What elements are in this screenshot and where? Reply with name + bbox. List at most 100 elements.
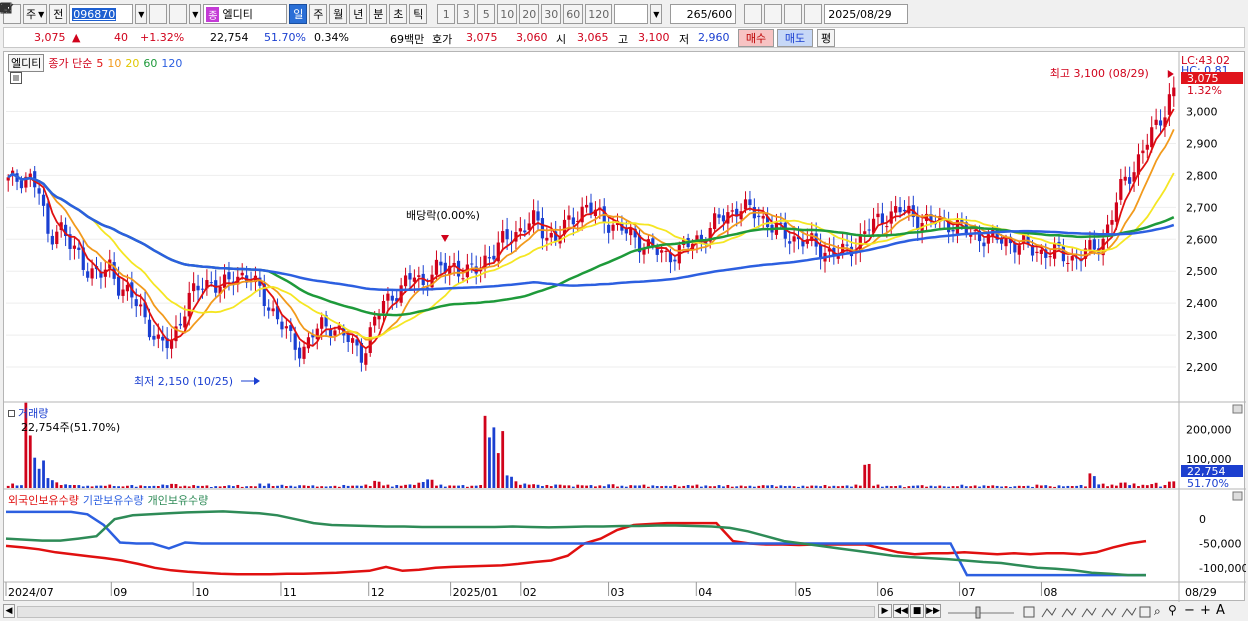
volume-bar[interactable] — [501, 431, 505, 488]
volume-bar[interactable] — [1106, 486, 1109, 488]
volume-bar[interactable] — [1079, 484, 1083, 488]
candle-body[interactable] — [72, 245, 77, 249]
volume-bar[interactable] — [95, 485, 98, 488]
calculator-icon[interactable] — [10, 72, 22, 84]
volume-bar[interactable] — [863, 464, 867, 488]
volume-bar[interactable] — [518, 484, 522, 488]
volume-bar[interactable] — [532, 484, 536, 488]
volume-bar[interactable] — [37, 468, 41, 488]
candle-body[interactable] — [584, 204, 589, 208]
volume-bar[interactable] — [360, 485, 363, 488]
volume-bar[interactable] — [187, 486, 191, 488]
ma10-legend[interactable]: 10 — [107, 57, 121, 70]
candle-type-icon[interactable] — [1, 3, 763, 24]
volume-bar[interactable] — [382, 485, 385, 488]
zoom-in-button[interactable]: + — [1200, 603, 1211, 618]
candle-body[interactable] — [178, 323, 182, 326]
volume-bar[interactable] — [267, 483, 271, 488]
volume-bar[interactable] — [748, 485, 752, 488]
volume-bar[interactable] — [1075, 485, 1079, 488]
volume-bar[interactable] — [390, 486, 394, 488]
volume-bar[interactable] — [580, 485, 584, 488]
candle-body[interactable] — [655, 248, 659, 255]
volume-bar[interactable] — [218, 486, 222, 488]
volume-bar[interactable] — [298, 485, 302, 488]
calendar-icon[interactable] — [0, 2, 10, 12]
volume-bar[interactable] — [722, 486, 725, 488]
volume-bar[interactable] — [585, 485, 588, 488]
volume-bar[interactable] — [479, 485, 483, 488]
candle-body[interactable] — [147, 319, 152, 338]
interval-20[interactable]: 20 — [519, 4, 540, 24]
volume-bar[interactable] — [249, 486, 253, 488]
volume-bar[interactable] — [492, 427, 496, 488]
volume-bar[interactable] — [457, 485, 460, 488]
volume-bar[interactable] — [549, 486, 553, 488]
volume-bar[interactable] — [170, 483, 173, 488]
volume-bar[interactable] — [792, 486, 796, 488]
volume-bar[interactable] — [1053, 486, 1056, 488]
candle-body[interactable] — [280, 321, 284, 330]
volume-bar[interactable] — [1141, 484, 1145, 488]
candle-body[interactable] — [1119, 178, 1123, 200]
zoom-slider[interactable] — [946, 605, 1016, 619]
interval-120[interactable]: 120 — [585, 4, 613, 24]
volume-bar[interactable] — [64, 484, 68, 488]
volume-bar[interactable] — [1070, 486, 1074, 488]
volume-bar[interactable] — [761, 485, 765, 488]
volume-bar[interactable] — [46, 478, 50, 488]
volume-bar[interactable] — [567, 485, 571, 488]
zoom-out-button[interactable]: − — [1184, 603, 1195, 618]
bar-count-field[interactable]: 265/600 — [670, 4, 737, 24]
volume-bar[interactable] — [196, 485, 200, 488]
volume-bar[interactable] — [1097, 484, 1101, 488]
volume-bar[interactable] — [854, 484, 858, 488]
volume-bar[interactable] — [470, 485, 474, 488]
candle-body[interactable] — [982, 242, 986, 247]
panel-close-icon[interactable] — [1232, 404, 1243, 414]
foreign-holdings-legend[interactable]: 외국인보유수량 — [8, 492, 79, 508]
volume-bar[interactable] — [589, 485, 593, 488]
institution-holdings-line[interactable] — [6, 510, 1146, 577]
volume-bar[interactable] — [130, 485, 134, 488]
volume-bar[interactable] — [889, 486, 893, 488]
volume-bar[interactable] — [717, 485, 721, 488]
volume-bar[interactable] — [59, 485, 63, 488]
candle-body[interactable] — [417, 275, 421, 277]
candle-body[interactable] — [298, 347, 302, 359]
volume-bar[interactable] — [315, 486, 319, 488]
volume-bar[interactable] — [1092, 476, 1096, 488]
volume-bar[interactable] — [1132, 483, 1136, 488]
volume-bar[interactable] — [307, 485, 310, 488]
candle-body[interactable] — [1141, 150, 1145, 154]
volume-bar[interactable] — [664, 485, 668, 488]
volume-bar[interactable] — [227, 485, 231, 488]
volume-bar[interactable] — [236, 484, 240, 488]
candle-body[interactable] — [116, 276, 121, 296]
volume-bar[interactable] — [938, 485, 942, 488]
candle-body[interactable] — [333, 330, 337, 336]
volume-bar[interactable] — [68, 485, 72, 488]
volume-bar[interactable] — [1137, 486, 1140, 488]
candle-body[interactable] — [320, 317, 324, 329]
volume-bar[interactable] — [443, 486, 447, 488]
volume-bar[interactable] — [894, 486, 898, 488]
volume-bar[interactable] — [925, 486, 928, 488]
volume-bar[interactable] — [435, 485, 438, 488]
play-icon[interactable]: ▶ — [878, 604, 892, 618]
volume-bar[interactable] — [33, 457, 37, 488]
volume-bar[interactable] — [629, 485, 633, 488]
volume-bar[interactable] — [885, 485, 889, 488]
candle-body[interactable] — [1110, 220, 1114, 225]
candle-body[interactable] — [717, 214, 721, 218]
candle-body[interactable] — [1088, 240, 1092, 251]
volume-bar[interactable] — [836, 486, 840, 488]
candle-body[interactable] — [19, 180, 24, 189]
candle-body[interactable] — [134, 299, 138, 307]
line-tool-icon[interactable] — [0, 3, 783, 24]
volume-bar[interactable] — [1088, 473, 1092, 488]
volume-bar[interactable] — [933, 486, 937, 488]
volume-bar[interactable] — [682, 485, 686, 488]
volume-bar[interactable] — [969, 486, 973, 488]
volume-bar[interactable] — [947, 486, 951, 488]
